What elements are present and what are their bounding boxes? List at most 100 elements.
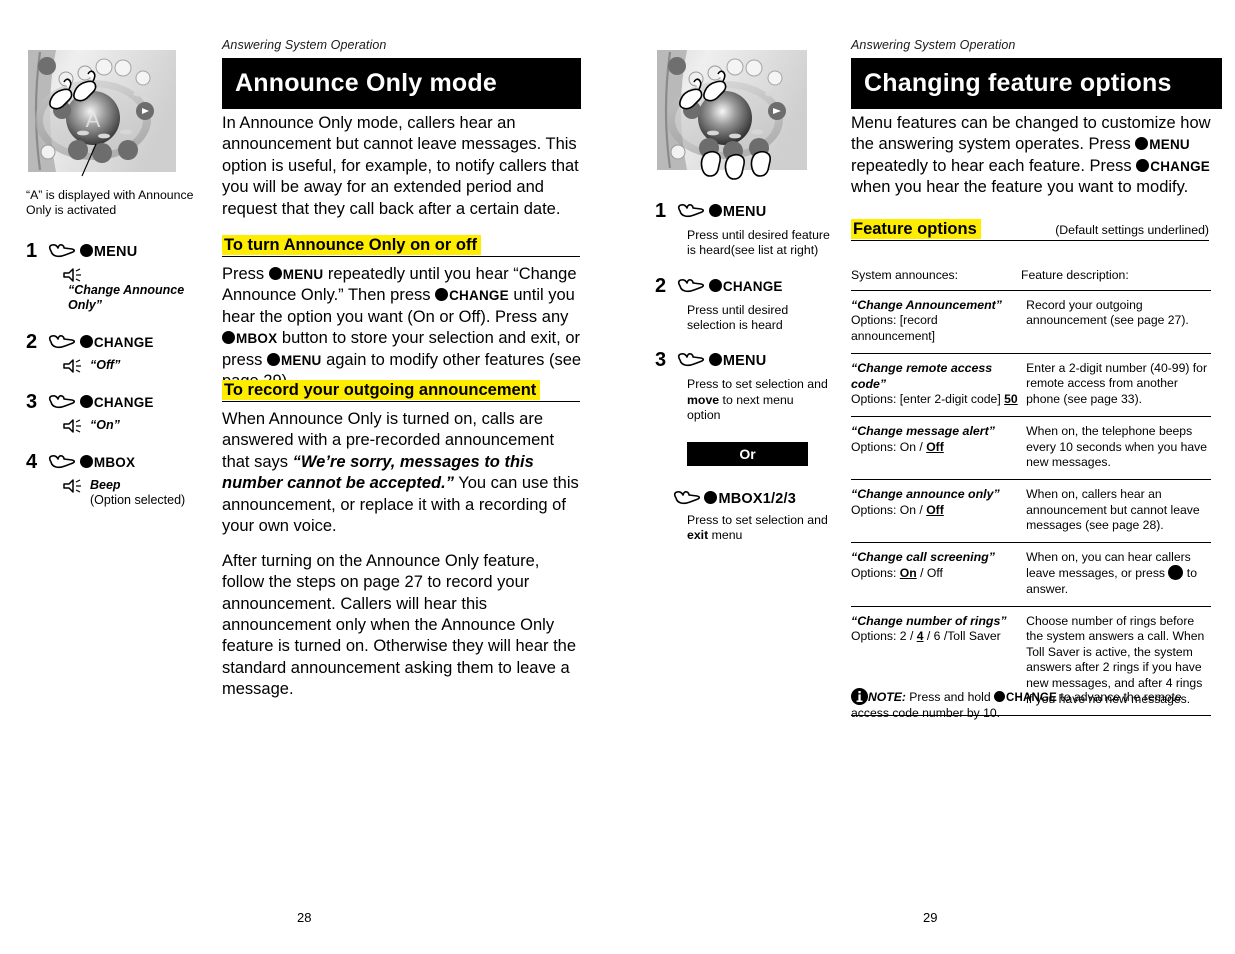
feature-options-note: (Default settings underlined) — [1055, 223, 1209, 237]
page-number-left: 28 — [297, 910, 312, 925]
alt-desc-emphasis: exit — [687, 527, 709, 542]
ri-part3: when you hear the feature you want to mo… — [851, 178, 1189, 197]
alt-desc-part1: Press to set selection and — [687, 512, 828, 527]
step-number: 1 — [655, 200, 667, 222]
step-number: 1 — [26, 240, 38, 262]
step-description: Press until desired selection is heard — [687, 302, 789, 333]
s1-btn4: MENU — [280, 352, 322, 368]
button-dot-icon — [1136, 158, 1150, 172]
feature-options-text: Options: [record announcement] — [851, 313, 938, 344]
step-item: 3 MENU Press to set selection and move t… — [655, 349, 830, 423]
s1-part1: Press — [222, 265, 269, 283]
table-cell-feature: “Change remote access code” Options: [en… — [851, 361, 1026, 408]
button-dot-icon — [268, 267, 282, 280]
step-desc-part1: Press to set selection and — [687, 377, 828, 392]
ri-part2: repeatedly to hear each feature. Press — [851, 156, 1137, 175]
right-intro-text: Menu features can be changed to customiz… — [851, 113, 1211, 199]
step-item: 2 CHANGE Press until desired selection i… — [655, 275, 830, 334]
speaker-icon — [62, 418, 84, 434]
step-description: Press to set selection and move to next … — [655, 377, 830, 423]
table-row: “Change Announcement” Options: [record a… — [851, 289, 1211, 353]
pointing-hand-icon — [676, 278, 705, 295]
intro-paragraph-right: Menu features can be changed to customiz… — [851, 113, 1211, 212]
menu-button-icon — [1168, 565, 1184, 581]
step-button-label: CHANGE — [93, 394, 154, 410]
step-item: 4 MBOX Beep (Option selected) — [26, 451, 211, 509]
ri-btn2: CHANGE — [1150, 158, 1210, 174]
step-desc-emphasis: move — [687, 392, 720, 407]
step-description: Press until desired feature is heard(see… — [687, 228, 830, 258]
pointing-hand-icon — [47, 454, 76, 471]
button-dot-icon — [708, 204, 722, 217]
step-number: 2 — [26, 330, 38, 353]
feature-name: “Change call screening” — [851, 549, 995, 564]
pointing-hand-icon — [47, 394, 76, 411]
button-dot-icon — [266, 352, 280, 366]
step-speech: “On” — [26, 418, 211, 434]
feature-default-value: On — [899, 565, 917, 580]
table-cell-feature: “Change call screening” Options: On / Of… — [851, 550, 1026, 598]
feature-default-value: Off — [926, 502, 944, 517]
section2-paragraph-1: When Announce Only is turned on, calls a… — [222, 409, 582, 538]
step-button-label: MENU — [93, 244, 138, 260]
pointing-hand-icon — [676, 203, 705, 220]
button-dot-icon — [435, 288, 449, 302]
page-number-right: 29 — [923, 910, 938, 925]
step-button-label: MENU — [722, 353, 767, 370]
page-right: 1 MENU Press until desired feature is he… — [617, 0, 1235, 954]
step-speech: “Change Announce Only” — [26, 267, 211, 314]
button-dot-icon — [704, 490, 718, 504]
section2-body: When Announce Only is turned on, calls a… — [222, 409, 582, 714]
table-row: “Change remote access code” Options: [en… — [851, 352, 1211, 416]
feature-options-heading-wrap: Feature options (Default settings underl… — [851, 219, 1209, 242]
table-header-row: System announces: Feature description: — [851, 268, 1211, 290]
alt-step-button-label: MBOX1/2/3 — [718, 490, 797, 507]
running-head-left: Answering System Operation — [222, 38, 387, 52]
table-cell-description: Enter a 2-digit number (40-99) for remot… — [1026, 360, 1208, 406]
feature-options-text: Options: — [851, 565, 900, 580]
step-number: 2 — [655, 274, 667, 297]
desc-part1: When on, you can hear callers leave mess… — [1026, 549, 1191, 581]
device-illustration-left: A — [26, 48, 178, 178]
feature-options: Options: On / Off — [851, 503, 1018, 519]
step-button-label: CHANGE — [93, 334, 154, 350]
speaker-icon — [62, 478, 84, 494]
feature-options-text: Options: 2 / — [851, 629, 917, 644]
alt-step-item: MBOX1/2/3 Press to set selection and exi… — [655, 490, 830, 544]
step-speech-text: “Change Announce Only” — [68, 283, 185, 313]
button-dot-icon — [1135, 137, 1149, 151]
ri-btn1: MENU — [1149, 137, 1190, 153]
table-row: “Change call screening” Options: On / Of… — [851, 541, 1211, 606]
button-dot-icon — [79, 244, 93, 257]
answering-machine-diagram-icon: A — [26, 48, 178, 178]
feature-options-table: System announces: Feature description: “… — [851, 268, 1211, 717]
feature-default-value: Off — [926, 439, 944, 454]
feature-name: “Change message alert” — [851, 424, 995, 439]
s1-btn3: MBOX — [236, 331, 278, 347]
table-cell-description: Record your outgoing announcement (see p… — [1026, 297, 1189, 328]
note-label: NOTE: — [868, 690, 906, 704]
feature-options-text: Options: [enter 2-digit code] — [851, 392, 1005, 407]
svg-text:A: A — [86, 107, 101, 132]
table-cell-description: When on, the telephone beeps every 10 se… — [1026, 424, 1208, 470]
section-heading-record-wrap: To record your outgoing announcement — [222, 380, 580, 403]
section1-paragraph: Press MENU repeatedly until you hear “Ch… — [222, 264, 582, 393]
step-speech: Beep (Option selected) — [26, 478, 211, 509]
button-dot-icon — [708, 278, 722, 292]
button-dot-icon — [79, 334, 93, 348]
step-button-label: CHANGE — [722, 278, 783, 294]
section-heading-turn-on-off: To turn Announce Only on or off — [222, 235, 481, 256]
page-left: A “A” is displayed with Announce Only is… — [0, 0, 617, 954]
table-cell-description: When on, callers hear an announcement bu… — [1026, 486, 1200, 533]
table-col1-header: System announces: — [851, 268, 959, 282]
feature-options: Options: [enter 2-digit code] 50 — [851, 392, 1018, 408]
feature-name: “Change announce only” — [851, 486, 1000, 501]
table-row: “Change message alert” Options: On / Off… — [851, 416, 1211, 479]
note-button-label: CHANGE — [1006, 692, 1058, 704]
running-head-right: Answering System Operation — [851, 38, 1016, 52]
feature-options: Options: On / Off — [851, 566, 1018, 582]
table-row: “Change announce only” Options: On / Off… — [851, 478, 1211, 542]
intro-paragraph-left: In Announce Only mode, callers hear an a… — [222, 113, 580, 233]
feature-name: “Change Announcement” — [851, 297, 1002, 312]
pointing-hand-icon — [672, 490, 701, 507]
